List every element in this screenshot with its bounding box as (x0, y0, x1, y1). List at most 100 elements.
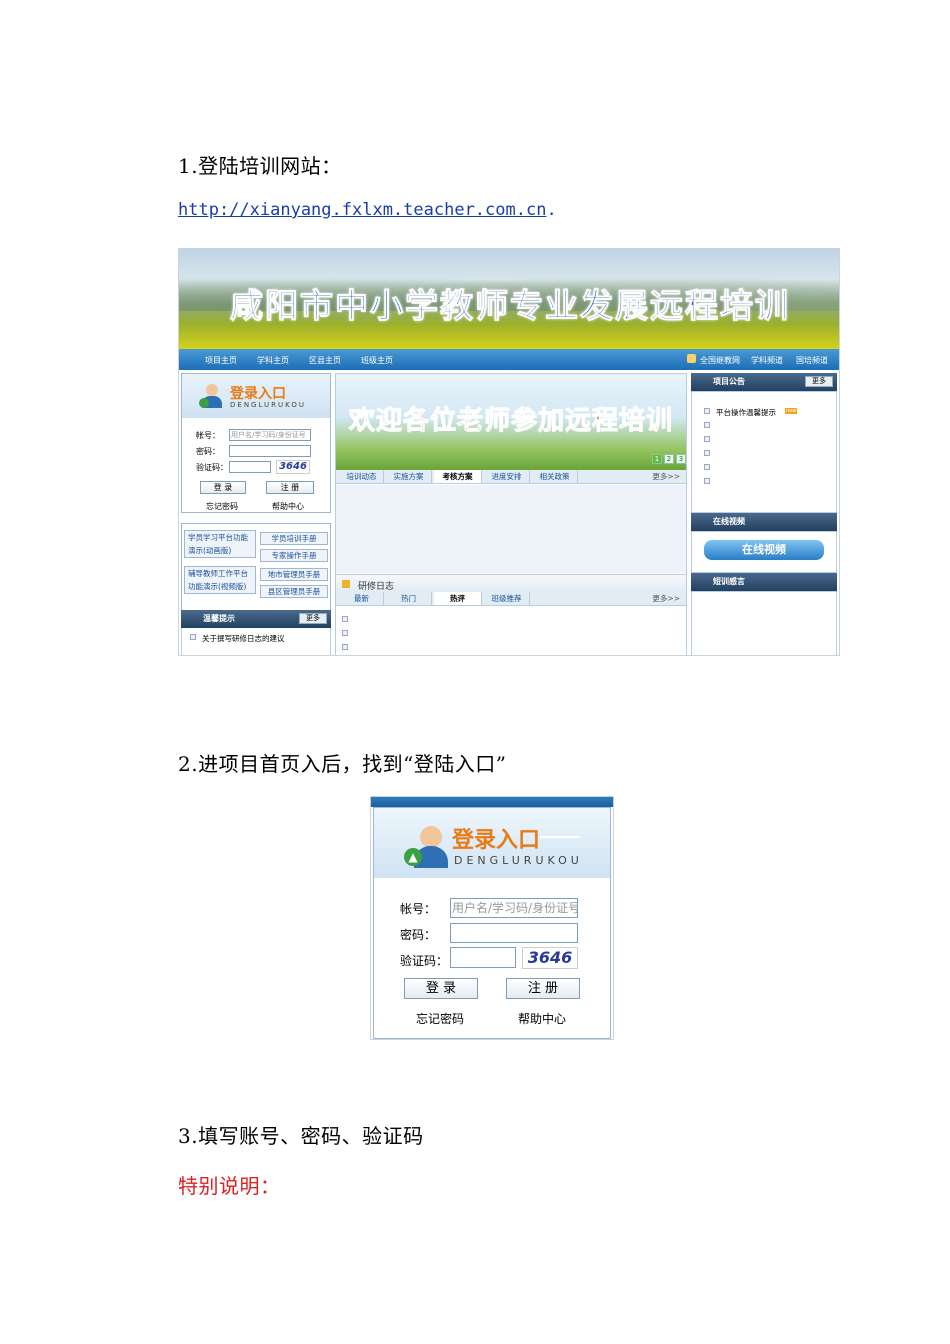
training-url: http://xianyang.fxlxm.teacher.com.cn. (178, 200, 557, 220)
login-title: 登录入口 (452, 828, 541, 853)
expert-manual-button[interactable]: 专家操作手册 (260, 549, 328, 562)
register-button[interactable]: 注 册 (506, 978, 580, 999)
home-icon (687, 354, 696, 363)
student-demo-link[interactable]: 学员学习平台功能演示(动画版) (184, 530, 256, 558)
site-banner: 咸阳市中小学教师专业发展远程培训 (179, 249, 839, 349)
training-url-link[interactable]: http://xianyang.fxlxm.teacher.com.cn (178, 200, 546, 220)
enter-arrow-icon: ▲ (404, 848, 422, 866)
bullet-icon (342, 616, 348, 622)
page-1-button[interactable]: 1 (652, 454, 662, 464)
password-label: 密码： (400, 928, 437, 942)
bullet-icon (704, 436, 710, 442)
student-manual-button[interactable]: 学员培训手册 (260, 532, 328, 545)
login-panel: ▲ 登录入口 DENGLURUKOU 帐号： 用户名/学习码/身份证号 密码： … (373, 807, 611, 1039)
tab-latest[interactable]: 最新 (340, 592, 384, 605)
special-note-heading: 特别说明： (178, 1174, 281, 1198)
welcome-text: 欢迎各位老师参加远程培训 (348, 406, 673, 437)
captcha-input[interactable] (450, 947, 516, 968)
nav-item-subject-home[interactable]: 学科主页 (257, 355, 289, 366)
bullet-icon (342, 630, 348, 636)
message-header: 短训感言 (691, 573, 837, 591)
nav-item-subject-channel[interactable]: 学科频道 (751, 355, 783, 366)
city-admin-manual-button[interactable]: 地市管理员手册 (260, 568, 328, 581)
enter-arrow-icon (199, 398, 209, 408)
forgot-password-link-small[interactable]: 忘记密码 (206, 501, 238, 512)
help-center-link[interactable]: 帮助中心 (518, 1010, 566, 1027)
guide-box: 学员学习平台功能演示(动画版) 辅导教师工作平台功能演示(视频版) 学员培训手册… (181, 523, 331, 611)
bullet-icon (342, 644, 348, 650)
step2-heading: 2.进项目首页入后，找到“登陆入口” (178, 752, 507, 776)
new-badge: new (785, 408, 798, 414)
nav-item-project-home[interactable]: 项目主页 (205, 355, 237, 366)
captcha-label-small: 验证码： (196, 463, 228, 472)
middle-column: 欢迎各位老师参加远程培训 1 2 3 培训动态 实施方案 考核方案 进度安排 相… (335, 373, 687, 655)
nav-item-district-home[interactable]: 区县主页 (309, 355, 341, 366)
tips-item[interactable]: 关于撰写研修日志的建议 (202, 633, 285, 644)
login-header: ▲ 登录入口 DENGLURUKOU (374, 808, 610, 878)
page-2-button[interactable]: 2 (664, 454, 674, 464)
tab-assessment[interactable]: 考核方案 (434, 470, 482, 483)
bullet-icon (190, 634, 196, 640)
tab-training-news[interactable]: 培训动态 (340, 470, 384, 483)
captcha-input-small[interactable] (229, 461, 271, 473)
login-button[interactable]: 登 录 (404, 978, 478, 999)
tab-class-recommend[interactable]: 班级推荐 (484, 592, 530, 605)
account-input[interactable]: 用户名/学习码/身份证号 (450, 898, 578, 918)
url-period: . (546, 200, 557, 220)
nav-item-national[interactable]: 全国继教网 (700, 355, 740, 366)
login-topbar (371, 797, 613, 807)
bullet-icon (704, 450, 710, 456)
left-column: 登录入口 DENGLURUKOU 帐号： 用户名/学习码/身份证号 密码： 验证… (179, 373, 333, 655)
message-title: 短训感言 (713, 577, 745, 586)
diary-title: 研修日志 (358, 582, 395, 592)
help-center-link-small[interactable]: 帮助中心 (272, 501, 304, 512)
notice-title: 项目公告 (713, 377, 745, 386)
step3-heading: 3.填写账号、密码、验证码 (178, 1124, 424, 1148)
tab-implementation[interactable]: 实施方案 (386, 470, 432, 483)
captcha-label: 验证码： (400, 954, 449, 968)
bullet-icon (704, 408, 710, 414)
video-title: 在线视频 (713, 517, 745, 526)
news-content (336, 485, 686, 573)
county-admin-manual-button[interactable]: 县区管理员手册 (260, 585, 328, 598)
nav-item-guopei-channel[interactable]: 国培频道 (796, 355, 828, 366)
welcome-banner: 欢迎各位老师参加远程培训 1 2 3 (336, 374, 686, 470)
tab-popular[interactable]: 热门 (386, 592, 432, 605)
login-subtitle: DENGLURUKOU (454, 854, 583, 867)
notice-item[interactable]: 平台操作温馨提示 (716, 407, 776, 418)
tips-title: 温馨提示 (203, 614, 235, 623)
diary-tabs: 最新 热门 热评 班级推荐 更多>> (336, 592, 686, 606)
tab-hot-comments[interactable]: 热评 (434, 592, 482, 605)
news-more-link[interactable]: 更多>> (652, 470, 680, 483)
account-label: 帐号： (400, 902, 437, 916)
news-tabs: 培训动态 实施方案 考核方案 进度安排 相关政策 更多>> (336, 470, 686, 484)
account-input-small[interactable]: 用户名/学习码/身份证号 (229, 429, 311, 441)
bullet-icon (704, 464, 710, 470)
online-video-button[interactable]: 在线视频 (704, 540, 824, 560)
tips-more-button[interactable]: 更多 (299, 613, 327, 624)
tab-schedule[interactable]: 进度安排 (484, 470, 530, 483)
forgot-password-link[interactable]: 忘记密码 (416, 1010, 464, 1027)
bullet-icon (704, 422, 710, 428)
tips-list: 关于撰写研修日志的建议 (181, 628, 331, 655)
password-input[interactable] (450, 923, 578, 943)
login-subtitle-small: DENGLURUKOU (230, 401, 306, 409)
tab-policies[interactable]: 相关政策 (532, 470, 578, 483)
user-avatar-icon (206, 384, 218, 396)
notice-more-button[interactable]: 更多 (805, 376, 833, 387)
login-title-small: 登录入口 (230, 386, 286, 402)
account-label-small: 帐号： (196, 431, 220, 440)
tutor-demo-link[interactable]: 辅导教师工作平台功能演示(视频版) (184, 566, 256, 594)
homepage-screenshot: 咸阳市中小学教师专业发展远程培训 项目主页 学科主页 区县主页 班级主页 全国继… (178, 248, 840, 656)
site-navbar: 项目主页 学科主页 区县主页 班级主页 全国继教网 学科频道 国培频道 (179, 349, 839, 370)
banner-title: 咸阳市中小学教师专业发展远程培训 (230, 286, 790, 326)
nav-item-class-home[interactable]: 班级主页 (361, 355, 393, 366)
login-button-small[interactable]: 登 录 (200, 481, 246, 494)
captcha-image: 3646 (522, 947, 578, 969)
page-3-button[interactable]: 3 (676, 454, 686, 464)
password-input-small[interactable] (229, 445, 311, 457)
register-button-small[interactable]: 注 册 (266, 481, 314, 494)
tips-header: 温馨提示 更多 (181, 610, 331, 628)
diary-more-link[interactable]: 更多>> (652, 592, 680, 605)
message-box (691, 591, 837, 655)
